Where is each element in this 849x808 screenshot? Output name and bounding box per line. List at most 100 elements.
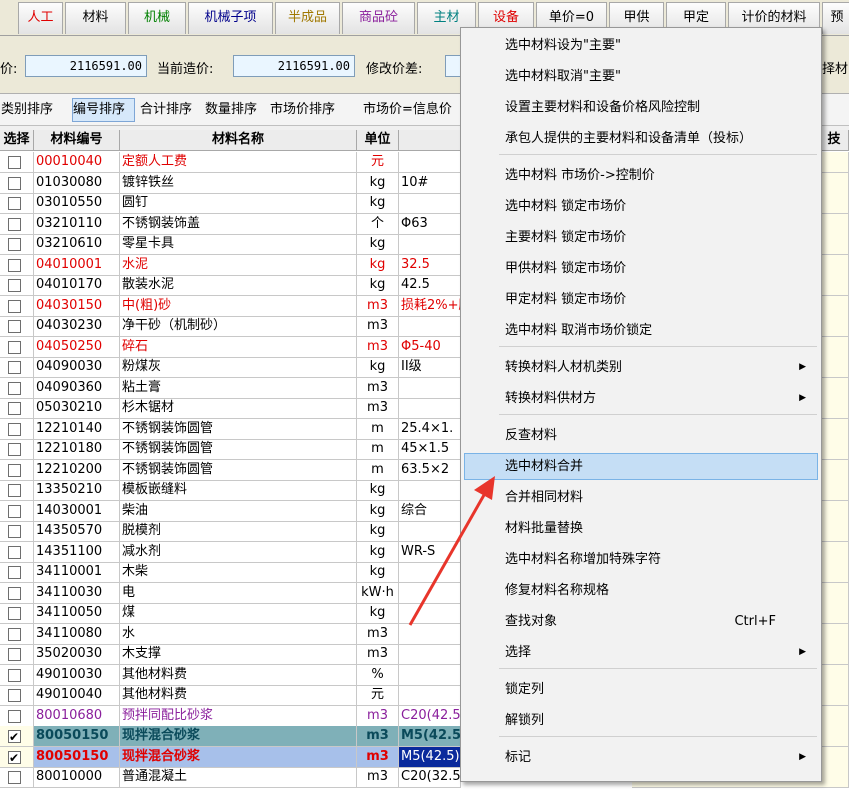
checkbox[interactable] bbox=[8, 217, 21, 231]
row-checkbox-cell[interactable] bbox=[0, 459, 34, 481]
menu-item-18[interactable]: 查找对象 Ctrl+F bbox=[464, 608, 818, 635]
current-price-field[interactable]: 2116591.00 bbox=[233, 55, 355, 77]
tab-5[interactable]: 商品砼 bbox=[342, 2, 415, 34]
sort-button-3[interactable]: 数量排序 bbox=[204, 98, 266, 122]
checkbox[interactable] bbox=[8, 484, 21, 497]
header-unit[interactable]: 单位 bbox=[357, 130, 399, 151]
sort-button-2[interactable]: 合计排序 bbox=[139, 98, 201, 122]
menu-item-10[interactable]: 转换材料人材机类别 ▶ bbox=[464, 354, 818, 381]
row-checkbox-cell[interactable] bbox=[0, 541, 34, 563]
menu-item-1[interactable]: 选中材料取消"主要" bbox=[464, 63, 818, 90]
row-checkbox-cell[interactable] bbox=[0, 644, 34, 665]
menu-item-22[interactable]: 标记 ▶ bbox=[464, 744, 818, 771]
header-code[interactable]: 材料编号 bbox=[34, 130, 120, 151]
header-right[interactable]: 技 bbox=[820, 130, 849, 151]
checkbox[interactable] bbox=[8, 525, 21, 538]
checkbox[interactable] bbox=[8, 771, 21, 784]
menu-item-19[interactable]: 选择 ▶ bbox=[464, 639, 818, 666]
row-checkbox-cell[interactable] bbox=[0, 193, 34, 214]
checkbox[interactable] bbox=[8, 748, 21, 767]
row-checkbox-cell[interactable] bbox=[0, 234, 34, 255]
checkbox[interactable] bbox=[8, 443, 21, 456]
row-checkbox-cell[interactable] bbox=[0, 685, 34, 706]
menu-item-12[interactable]: 反查材料 bbox=[464, 422, 818, 449]
checkbox[interactable] bbox=[8, 627, 21, 641]
row-checkbox-cell[interactable] bbox=[0, 152, 34, 173]
row-checkbox-cell[interactable] bbox=[0, 254, 34, 276]
menu-item-20[interactable]: 锁定列 bbox=[464, 676, 818, 703]
header-name[interactable]: 材料名称 bbox=[120, 130, 357, 151]
tab-3[interactable]: 机械子项 bbox=[188, 2, 273, 34]
row-checkbox-cell[interactable] bbox=[0, 172, 34, 194]
checkbox[interactable] bbox=[8, 463, 21, 477]
row-checkbox-cell[interactable] bbox=[0, 357, 34, 378]
menu-item-9[interactable]: 选中材料 取消市场价锁定 bbox=[464, 317, 818, 344]
tab-0[interactable]: 人工 bbox=[18, 2, 63, 34]
checkbox[interactable] bbox=[8, 340, 21, 354]
menu-item-15[interactable]: 材料批量替换 bbox=[464, 515, 818, 542]
tab-1[interactable]: 材料 bbox=[65, 2, 126, 34]
checkbox[interactable] bbox=[8, 607, 21, 620]
tab-2[interactable]: 机械 bbox=[128, 2, 186, 34]
menu-item-17[interactable]: 修复材料名称规格 bbox=[464, 577, 818, 604]
menu-item-2[interactable]: 设置主要材料和设备价格风险控制 bbox=[464, 94, 818, 121]
header-select[interactable]: 选择 bbox=[0, 130, 34, 151]
row-checkbox-cell[interactable] bbox=[0, 582, 34, 604]
sort-button-0[interactable]: 类别排序 bbox=[0, 98, 66, 122]
menu-item-13[interactable]: 选中材料合并 bbox=[464, 453, 818, 480]
row-checkbox-cell[interactable] bbox=[0, 418, 34, 440]
menu-item-21[interactable]: 解锁列 bbox=[464, 707, 818, 734]
row-checkbox-cell[interactable] bbox=[0, 316, 34, 337]
row-checkbox-cell[interactable] bbox=[0, 213, 34, 235]
checkbox[interactable] bbox=[8, 279, 21, 292]
checkbox[interactable] bbox=[8, 586, 21, 600]
checkbox[interactable] bbox=[8, 238, 21, 251]
row-checkbox-cell[interactable] bbox=[0, 603, 34, 624]
menu-item-6[interactable]: 主要材料 锁定市场价 bbox=[464, 224, 818, 251]
row-checkbox-cell[interactable] bbox=[0, 439, 34, 460]
menu-item-14[interactable]: 合并相同材料 bbox=[464, 484, 818, 511]
checkbox[interactable] bbox=[8, 668, 21, 682]
row-checkbox-cell[interactable] bbox=[0, 521, 34, 542]
menu-item-16[interactable]: 选中材料名称增加特殊字符 bbox=[464, 546, 818, 573]
checkbox[interactable] bbox=[8, 709, 21, 723]
menu-item-4[interactable]: 选中材料 市场价->控制价 bbox=[464, 162, 818, 189]
total-price-field[interactable]: 2116591.00 bbox=[25, 55, 147, 77]
menu-item-7[interactable]: 甲供材料 锁定市场价 bbox=[464, 255, 818, 282]
checkbox[interactable] bbox=[8, 176, 21, 190]
row-checkbox-cell[interactable] bbox=[0, 767, 34, 788]
checkbox[interactable] bbox=[8, 422, 21, 436]
checkbox[interactable] bbox=[8, 402, 21, 415]
row-checkbox-cell[interactable] bbox=[0, 664, 34, 686]
checkbox[interactable] bbox=[8, 320, 21, 333]
row-checkbox-cell[interactable] bbox=[0, 726, 34, 747]
checkbox[interactable] bbox=[8, 727, 21, 746]
menu-item-5[interactable]: 选中材料 锁定市场价 bbox=[464, 193, 818, 220]
row-checkbox-cell[interactable] bbox=[0, 746, 34, 768]
sort-button-4[interactable]: 市场价排序 bbox=[269, 98, 347, 122]
row-checkbox-cell[interactable] bbox=[0, 562, 34, 583]
checkbox[interactable] bbox=[8, 197, 21, 210]
market-price-dropdown[interactable]: 市场价=信息价 bbox=[362, 98, 462, 122]
row-checkbox-cell[interactable] bbox=[0, 398, 34, 419]
tab-4[interactable]: 半成品 bbox=[275, 2, 340, 34]
row-checkbox-cell[interactable] bbox=[0, 377, 34, 399]
row-checkbox-cell[interactable] bbox=[0, 705, 34, 727]
menu-item-0[interactable]: 选中材料设为"主要" bbox=[464, 32, 818, 59]
menu-item-11[interactable]: 转换材料供材方 ▶ bbox=[464, 385, 818, 412]
menu-item-8[interactable]: 甲定材料 锁定市场价 bbox=[464, 286, 818, 313]
checkbox[interactable] bbox=[8, 648, 21, 661]
checkbox[interactable] bbox=[8, 156, 21, 169]
sort-button-1[interactable]: 编号排序 bbox=[72, 98, 135, 122]
row-checkbox-cell[interactable] bbox=[0, 336, 34, 358]
row-checkbox-cell[interactable] bbox=[0, 275, 34, 296]
checkbox[interactable] bbox=[8, 504, 21, 518]
checkbox[interactable] bbox=[8, 545, 21, 559]
checkbox[interactable] bbox=[8, 566, 21, 579]
row-checkbox-cell[interactable] bbox=[0, 295, 34, 317]
row-checkbox-cell[interactable] bbox=[0, 500, 34, 522]
checkbox[interactable] bbox=[8, 689, 21, 702]
checkbox[interactable] bbox=[8, 361, 21, 374]
checkbox[interactable] bbox=[8, 381, 21, 395]
tab-12[interactable]: 预 bbox=[822, 2, 849, 34]
